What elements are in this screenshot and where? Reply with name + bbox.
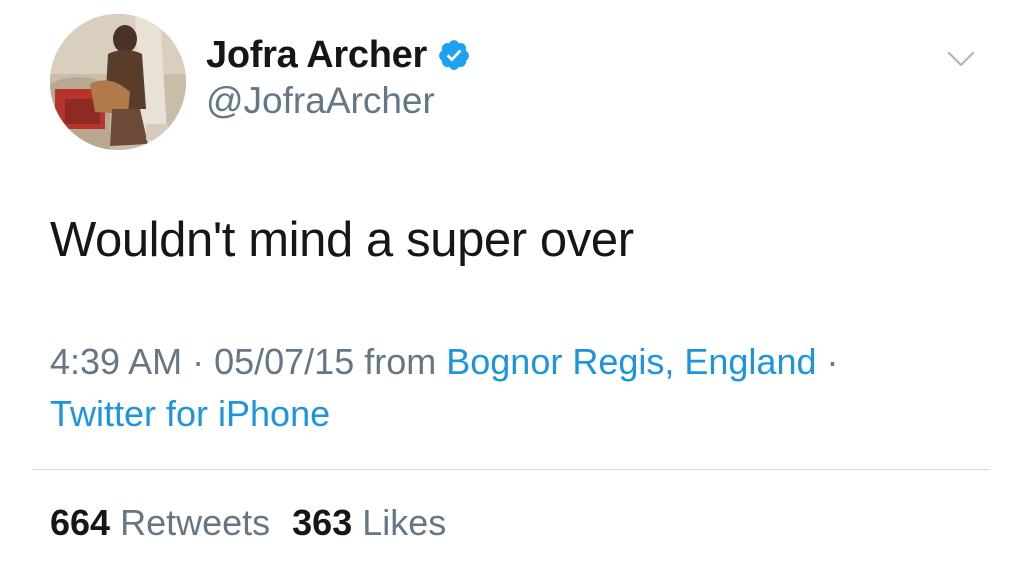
author-name-row[interactable]: Jofra Archer — [206, 32, 471, 78]
tweet-metadata: 4:39 AM · 05/07/15 from Bognor Regis, En… — [50, 336, 970, 440]
tweet-card: Jofra Archer @JofraArcher Wouldn't mind … — [0, 0, 1024, 579]
divider — [32, 469, 990, 470]
tweet-text: Wouldn't mind a super over — [50, 213, 634, 267]
author-handle[interactable]: @JofraArcher — [206, 80, 435, 122]
avatar-photo — [50, 14, 186, 150]
retweets-stat[interactable]: 664 Retweets — [50, 502, 270, 543]
meta-trailing-separator: · — [816, 341, 839, 382]
tweet-time[interactable]: 4:39 AM — [50, 341, 182, 382]
likes-label: Likes — [352, 502, 447, 543]
likes-count: 363 — [292, 502, 353, 543]
meta-separator: · — [182, 341, 215, 382]
retweets-count: 664 — [50, 502, 111, 543]
location-link[interactable]: Bognor Regis, England — [446, 341, 816, 382]
tweet-date[interactable]: 05/07/15 — [214, 341, 354, 382]
avatar[interactable] — [50, 14, 186, 150]
author-display-name[interactable]: Jofra Archer — [206, 34, 427, 77]
retweets-label: Retweets — [110, 502, 271, 543]
chevron-down-icon[interactable] — [946, 48, 976, 70]
likes-stat[interactable]: 363 Likes — [292, 502, 446, 543]
tweet-stats: 664 Retweets 363 Likes — [50, 502, 446, 544]
source-link[interactable]: Twitter for iPhone — [50, 393, 330, 434]
meta-from-label: from — [354, 341, 447, 382]
verified-badge-icon — [439, 40, 469, 70]
